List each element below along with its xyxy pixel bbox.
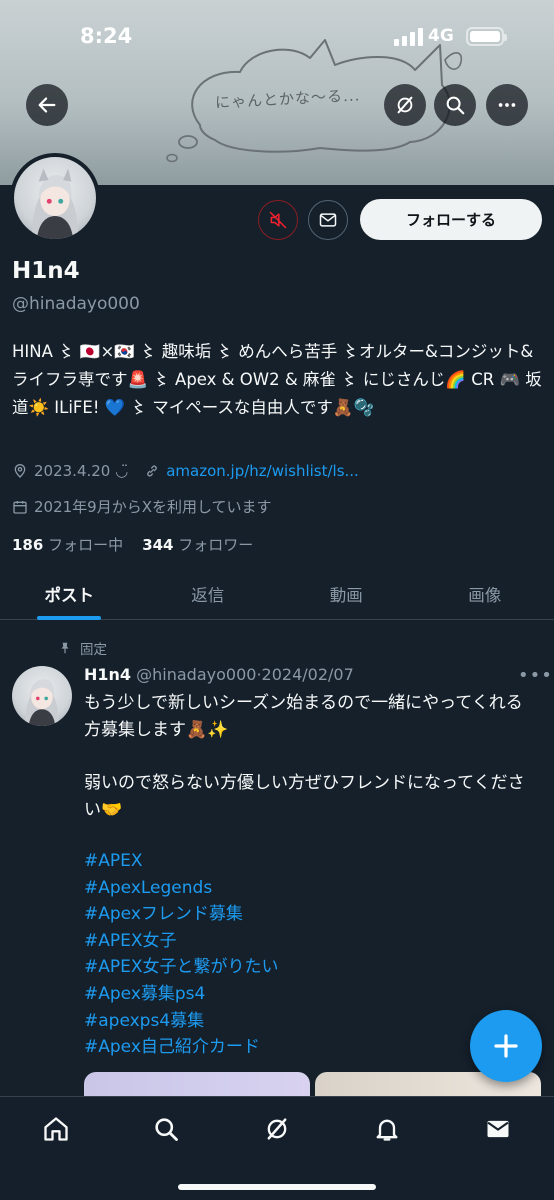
avatar-illustration — [32, 168, 78, 239]
tab-videos[interactable]: 動画 — [277, 568, 416, 619]
link-icon — [147, 465, 158, 477]
profile-birthday: 2023.4.20 ◡̈ — [34, 462, 129, 480]
profile-website-link[interactable]: amazon.jp/hz/wishlist/ls... — [166, 462, 359, 480]
pinned-indicator: 固定 — [58, 638, 107, 658]
tab-posts[interactable]: ポスト — [0, 568, 139, 619]
profile-avatar[interactable] — [10, 153, 100, 243]
hashtag-link[interactable]: #APEX女子と繋がりたい — [84, 954, 279, 981]
hashtag-link[interactable]: #APEX — [84, 848, 279, 875]
pinned-label: 固定 — [80, 642, 107, 658]
location-pin-icon — [14, 464, 26, 478]
profile-joined-date: 2021年9月からXを利用しています — [34, 498, 272, 516]
network-type: 4G — [428, 26, 454, 46]
grok-icon — [397, 96, 413, 114]
avatar-illustration — [25, 679, 59, 726]
plus-icon — [494, 1034, 518, 1058]
more-icon — [498, 103, 516, 107]
profile-handle: @hinadayo000 — [12, 294, 140, 314]
nav-home[interactable] — [36, 1109, 76, 1149]
battery-icon — [466, 27, 507, 46]
hashtag-link[interactable]: #Apex募集ps4 — [84, 981, 279, 1008]
nav-explore[interactable] — [146, 1109, 186, 1149]
message-button[interactable] — [308, 200, 348, 240]
profile-tabs: ポスト 返信 動画 画像 — [0, 568, 554, 620]
muted-toggle-button[interactable] — [258, 200, 298, 240]
post-text: もう少しで新しいシーズン始まるので一緒にやってくれる方募集します🧸✨ 弱いので怒… — [84, 690, 539, 824]
calendar-icon — [13, 500, 27, 514]
status-time: 8:24 — [80, 24, 133, 48]
speaker-muted-icon — [269, 211, 287, 229]
hashtag-link[interactable]: #apexps4募集 — [84, 1008, 279, 1035]
nav-notifications[interactable] — [367, 1109, 407, 1149]
following-link[interactable]: 186 フォロー中 — [12, 536, 123, 554]
status-bar: 8:24 4G — [0, 0, 554, 74]
post-author-avatar[interactable] — [12, 666, 72, 726]
hashtag-link[interactable]: #Apex自己紹介カード — [84, 1034, 279, 1061]
home-icon — [44, 1117, 68, 1141]
home-indicator — [178, 1184, 376, 1190]
post-media-image[interactable] — [84, 1072, 310, 1096]
grok-button[interactable] — [384, 84, 426, 126]
hashtag-link[interactable]: #APEX女子 — [84, 928, 279, 955]
post-date[interactable]: 2024/02/07 — [262, 665, 354, 684]
cellular-signal-icon — [394, 28, 423, 46]
follow-counts: 186 フォロー中 344 フォロワー — [12, 534, 253, 555]
back-button[interactable] — [26, 84, 68, 126]
post-hashtags: #APEX #ApexLegends #Apexフレンド募集 #APEX女子 #… — [84, 848, 279, 1061]
profile-joined-row: 2021年9月からXを利用しています — [12, 496, 272, 517]
post-text-line: 弱いので怒らない方優しい方ぜひフレンドになってください🤝 — [84, 773, 525, 820]
tab-images[interactable]: 画像 — [416, 568, 554, 619]
followers-link[interactable]: 344 フォロワー — [142, 536, 253, 554]
compose-post-button[interactable] — [470, 1010, 542, 1082]
follow-button[interactable]: フォローする — [360, 199, 542, 240]
post-author-name[interactable]: H1n4 — [84, 665, 131, 684]
profile-display-name: H1n4 — [12, 258, 80, 284]
hashtag-link[interactable]: #ApexLegends — [84, 875, 279, 902]
pin-icon — [61, 642, 69, 654]
nav-messages[interactable] — [478, 1109, 518, 1149]
bell-icon — [376, 1119, 398, 1141]
arrow-left-icon — [38, 97, 56, 113]
envelope-icon — [319, 213, 337, 227]
profile-bio: HINA 〻 🇯🇵×🇰🇷 〻 趣味垢 〻 めんへら苦手 〻オルター&コンジット&… — [12, 342, 542, 417]
search-button[interactable] — [434, 84, 476, 126]
tab-replies[interactable]: 返信 — [139, 568, 278, 619]
nav-grok[interactable] — [257, 1109, 297, 1149]
hashtag-link[interactable]: #Apexフレンド募集 — [84, 901, 279, 928]
search-icon — [155, 1118, 178, 1141]
grok-icon — [267, 1118, 287, 1140]
search-icon — [446, 96, 465, 115]
envelope-icon — [487, 1120, 509, 1138]
post-text-line: もう少しで新しいシーズン始まるので一緒にやってくれる方募集します🧸✨ — [84, 693, 523, 740]
profile-meta-row: 2023.4.20 ◡̈ amazon.jp/hz/wishlist/ls... — [12, 462, 359, 480]
post-author-handle[interactable]: @hinadayo000 — [136, 665, 256, 684]
post-header: H1n4 @hinadayo000·2024/02/07 — [84, 665, 354, 684]
more-options-button[interactable] — [486, 84, 528, 126]
post-more-icon[interactable]: ••• — [518, 665, 553, 686]
